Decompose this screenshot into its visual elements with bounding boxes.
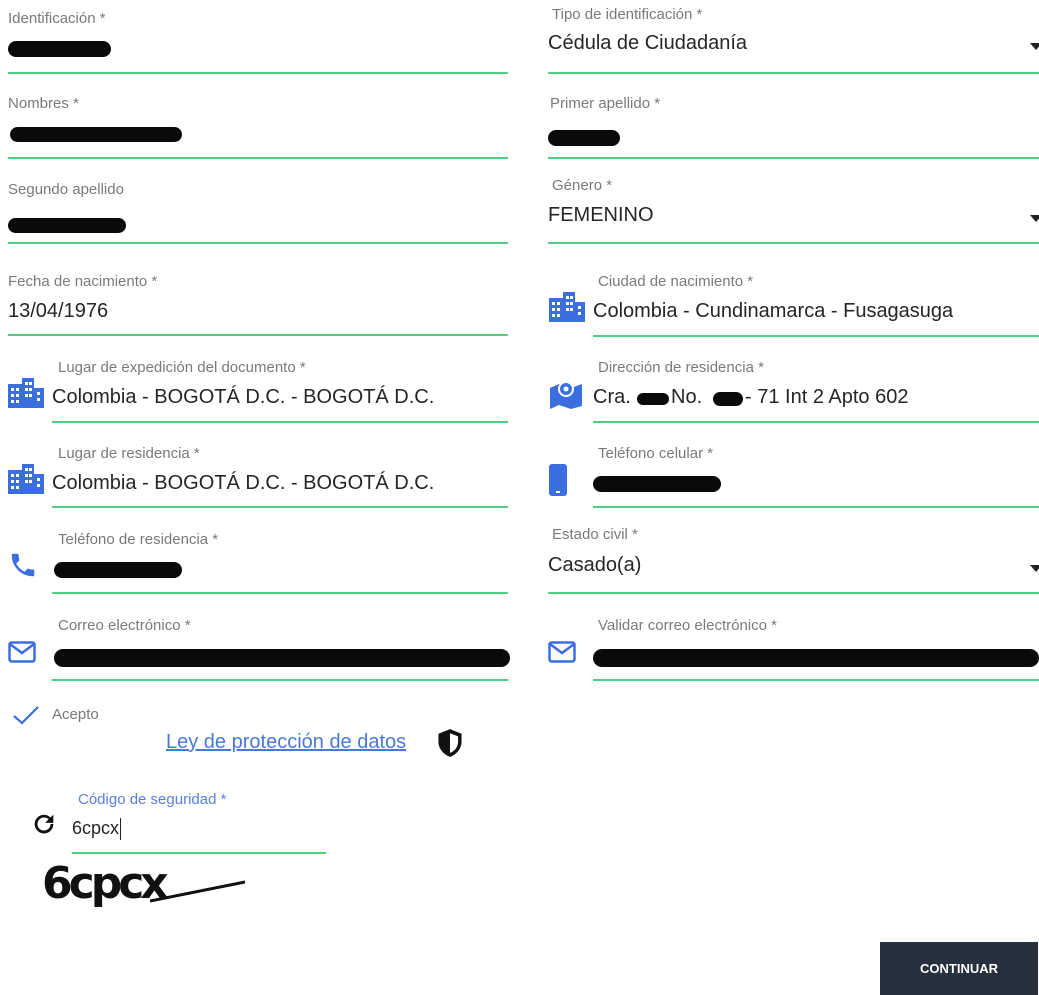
segundo-apellido-input[interactable] xyxy=(8,200,508,244)
lugar-expedicion-label: Lugar de expedición del documento * xyxy=(58,359,306,376)
correo-label: Correo electrónico * xyxy=(58,617,191,634)
codigo-seguridad-label: Código de seguridad * xyxy=(78,791,227,808)
ciudad-nacimiento-input[interactable]: Colombia - Cundinamarca - Fusagasuga xyxy=(593,300,953,323)
field-underline xyxy=(8,242,508,244)
celular-input[interactable] xyxy=(593,466,1039,506)
city-icon xyxy=(8,464,44,494)
field-underline xyxy=(548,72,1039,74)
telefono-residencia-input[interactable] xyxy=(52,552,508,592)
codigo-seguridad-input[interactable]: 6cpcx xyxy=(72,818,122,841)
lugar-residencia-label: Lugar de residencia * xyxy=(58,445,200,462)
field-underline xyxy=(548,242,1039,244)
dropdown-arrow-icon[interactable] xyxy=(1030,565,1039,572)
redacted-value xyxy=(637,393,669,405)
city-icon xyxy=(549,292,585,322)
field-underline xyxy=(52,592,508,594)
nombres-label: Nombres * xyxy=(8,95,79,112)
nombres-input[interactable] xyxy=(8,115,508,159)
direccion-part: No. xyxy=(671,386,703,408)
map-marker-icon xyxy=(550,381,582,409)
direccion-part: Cra. xyxy=(593,386,631,408)
continuar-button[interactable]: CONTINUAR xyxy=(880,942,1038,995)
shield-icon xyxy=(438,729,462,757)
estado-civil-select[interactable]: Casado(a) xyxy=(548,554,641,577)
validar-correo-input[interactable] xyxy=(593,638,1039,678)
check-icon[interactable] xyxy=(12,704,40,726)
field-underline xyxy=(593,421,1039,423)
direccion-label: Dirección de residencia * xyxy=(598,359,764,376)
validar-correo-label: Validar correo electrónico * xyxy=(598,617,777,634)
redacted-value xyxy=(54,562,182,578)
email-icon xyxy=(548,641,576,663)
redacted-value xyxy=(54,649,510,667)
genero-select[interactable]: FEMENINO xyxy=(548,204,654,227)
lugar-expedicion-input[interactable]: Colombia - BOGOTÁ D.C. - BOGOTÁ D.C. xyxy=(52,386,434,409)
estado-civil-label: Estado civil * xyxy=(552,526,638,543)
telefono-residencia-label: Teléfono de residencia * xyxy=(58,531,219,548)
captcha-image: 6cpcx xyxy=(42,858,169,909)
redacted-value xyxy=(8,41,111,57)
correo-input[interactable] xyxy=(52,638,510,678)
tipo-id-label: Tipo de identificación * xyxy=(552,6,703,23)
primer-apellido-input[interactable] xyxy=(548,115,1039,159)
field-underline xyxy=(52,679,508,681)
identificacion-input[interactable] xyxy=(8,30,508,74)
identificacion-label: Identificación * xyxy=(8,10,106,27)
ley-proteccion-link[interactable]: Ley de protección de datos xyxy=(166,731,406,754)
dropdown-arrow-icon[interactable] xyxy=(1030,43,1039,50)
refresh-icon[interactable] xyxy=(30,810,58,838)
tipo-id-select[interactable]: Cédula de Ciudadanía xyxy=(548,32,747,55)
field-underline xyxy=(593,679,1039,681)
field-underline xyxy=(593,506,1039,508)
field-underline xyxy=(8,157,508,159)
direccion-input[interactable]: Cra. No. - 71 Int 2 Apto 602 xyxy=(593,386,1039,416)
field-underline xyxy=(8,334,508,336)
field-underline xyxy=(72,852,326,854)
dropdown-arrow-icon[interactable] xyxy=(1030,215,1039,222)
field-underline xyxy=(548,592,1039,594)
field-underline xyxy=(8,72,508,74)
redacted-value xyxy=(593,476,721,492)
city-icon xyxy=(8,378,44,408)
phone-icon xyxy=(11,553,35,577)
redacted-value xyxy=(713,392,743,406)
genero-label: Género * xyxy=(552,177,613,194)
field-underline xyxy=(52,421,508,423)
field-underline xyxy=(593,335,1039,337)
redacted-value xyxy=(8,218,126,233)
redacted-value xyxy=(10,127,182,142)
lugar-residencia-input[interactable]: Colombia - BOGOTÁ D.C. - BOGOTÁ D.C. xyxy=(52,472,434,495)
fecha-input[interactable]: 13/04/1976 xyxy=(8,300,108,323)
primer-apellido-label: Primer apellido * xyxy=(550,95,661,112)
fecha-label: Fecha de nacimiento * xyxy=(8,273,158,290)
field-underline xyxy=(52,506,508,508)
redacted-value xyxy=(593,649,1039,667)
captcha-strike xyxy=(150,880,246,903)
direccion-part: - 71 Int 2 Apto 602 xyxy=(745,386,909,408)
acepto-label: Acepto xyxy=(52,706,99,723)
segundo-apellido-label: Segundo apellido xyxy=(8,181,124,198)
celular-label: Teléfono celular * xyxy=(598,445,714,462)
ciudad-nacimiento-label: Ciudad de nacimiento * xyxy=(598,273,754,290)
mobile-phone-icon xyxy=(549,464,567,496)
email-icon xyxy=(8,641,36,663)
field-underline xyxy=(548,157,1039,159)
redacted-value xyxy=(548,130,620,146)
